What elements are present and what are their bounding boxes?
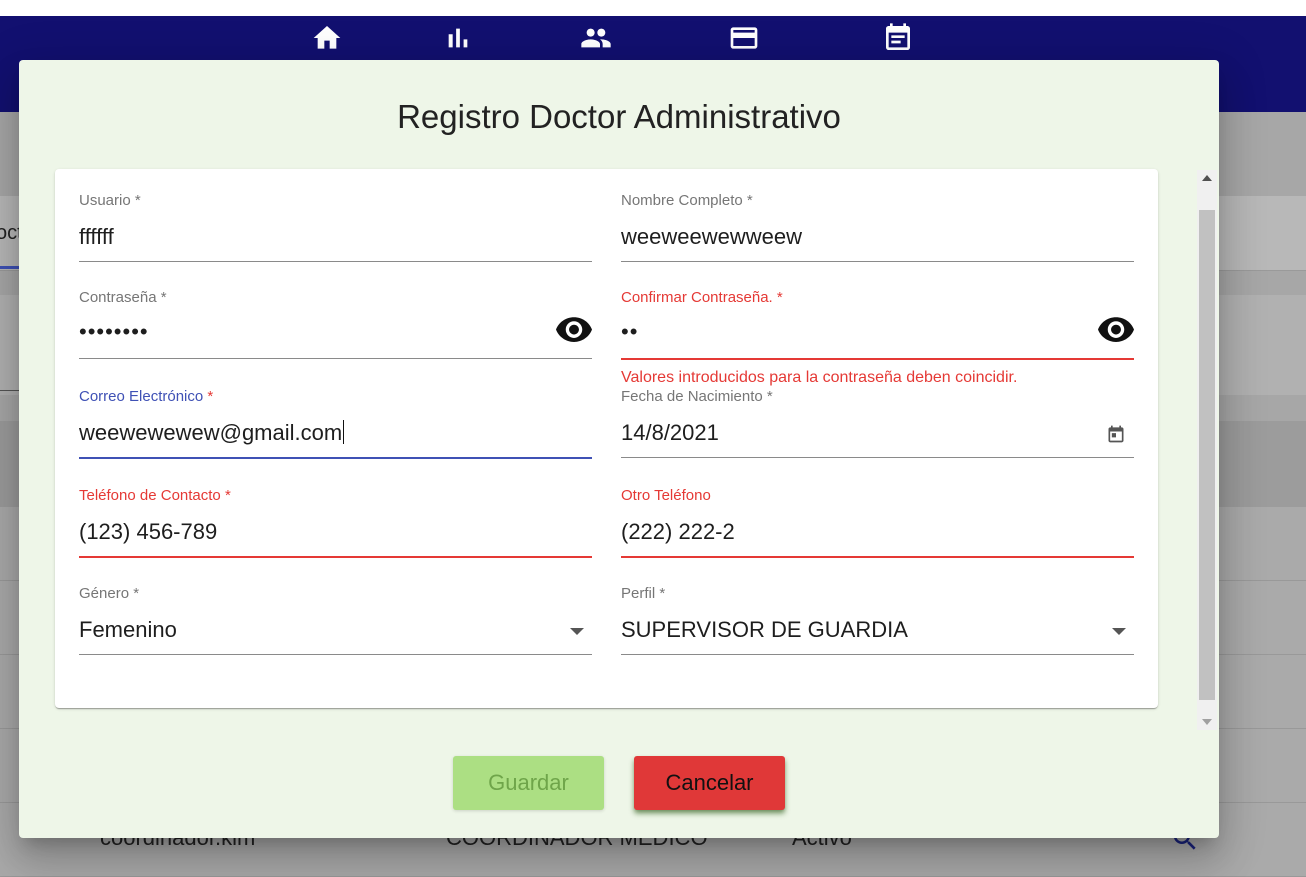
scroll-down-arrow-icon[interactable] bbox=[1202, 719, 1212, 725]
scroll-up-arrow-icon[interactable] bbox=[1202, 175, 1212, 181]
full-name-input[interactable]: weeweewewweew bbox=[621, 224, 802, 250]
other-phone-field[interactable]: Otro Teléfono (222) 222-2 bbox=[621, 487, 1134, 558]
birth-date-input[interactable]: 14/8/2021 bbox=[621, 420, 719, 446]
password-field[interactable]: Contraseña * •••••••• bbox=[79, 289, 592, 359]
profile-underline bbox=[621, 654, 1134, 655]
other-phone-input[interactable]: (222) 222-2 bbox=[621, 519, 735, 545]
contact-phone-underline bbox=[79, 556, 592, 558]
eye-icon[interactable] bbox=[1098, 317, 1134, 343]
email-label: Correo Electrónico * bbox=[79, 388, 214, 405]
scrollbar-thumb[interactable] bbox=[1199, 210, 1215, 700]
people-icon[interactable] bbox=[580, 22, 612, 54]
top-strip bbox=[0, 0, 1306, 16]
eye-icon[interactable] bbox=[556, 317, 592, 343]
calendar-note-icon[interactable] bbox=[882, 22, 914, 54]
profile-select[interactable]: Perfil * SUPERVISOR DE GUARDIA bbox=[621, 585, 1134, 655]
email-field[interactable]: Correo Electrónico * weewewewew@gmail.co… bbox=[79, 388, 592, 459]
email-input[interactable]: weewewewew@gmail.com bbox=[79, 420, 345, 446]
confirm-password-underline bbox=[621, 358, 1134, 360]
dropdown-arrow-icon[interactable] bbox=[1112, 628, 1126, 635]
username-input[interactable]: ffffff bbox=[79, 224, 114, 250]
home-icon[interactable] bbox=[311, 22, 343, 54]
credit-card-icon[interactable] bbox=[728, 22, 760, 54]
password-label: Contraseña * bbox=[79, 289, 167, 306]
form-scrollbar[interactable] bbox=[1197, 170, 1217, 730]
full-name-underline bbox=[621, 261, 1134, 262]
bar-chart-icon[interactable] bbox=[442, 22, 474, 54]
password-mismatch-error: Valores introducidos para la contraseña … bbox=[621, 369, 1018, 386]
full-name-field[interactable]: Nombre Completo * weeweewewweew bbox=[621, 192, 1134, 262]
gender-label: Género * bbox=[79, 585, 140, 602]
username-label: Usuario * bbox=[79, 192, 141, 209]
gender-value[interactable]: Femenino bbox=[79, 617, 177, 643]
birth-date-label: Fecha de Nacimiento * bbox=[621, 388, 773, 405]
password-input[interactable]: •••••••• bbox=[79, 319, 149, 345]
profile-label: Perfil * bbox=[621, 585, 666, 602]
background-tab-indicator bbox=[0, 266, 20, 269]
full-name-label: Nombre Completo * bbox=[621, 192, 753, 209]
profile-value[interactable]: SUPERVISOR DE GUARDIA bbox=[621, 617, 908, 643]
registration-dialog: Registro Doctor Administrativo Usuario *… bbox=[19, 60, 1219, 838]
cancel-button[interactable]: Cancelar bbox=[634, 756, 785, 810]
background-filter-underline bbox=[0, 390, 20, 391]
username-field[interactable]: Usuario * ffffff bbox=[79, 192, 592, 262]
gender-select[interactable]: Género * Femenino bbox=[79, 585, 592, 655]
birth-date-field[interactable]: Fecha de Nacimiento * 14/8/2021 bbox=[621, 388, 1134, 458]
contact-phone-input[interactable]: (123) 456-789 bbox=[79, 519, 217, 545]
email-underline bbox=[79, 457, 592, 459]
contact-phone-label: Teléfono de Contacto * bbox=[79, 487, 231, 504]
form-card: Usuario * ffffff Nombre Completo * weewe… bbox=[55, 169, 1158, 708]
confirm-password-input[interactable]: •• bbox=[621, 319, 638, 345]
username-underline bbox=[79, 261, 592, 262]
other-phone-underline bbox=[621, 556, 1134, 558]
text-caret bbox=[343, 420, 345, 444]
gender-underline bbox=[79, 654, 592, 655]
confirm-password-field[interactable]: Confirmar Contraseña. * •• bbox=[621, 289, 1134, 360]
dropdown-arrow-icon[interactable] bbox=[570, 628, 584, 635]
dialog-title: Registro Doctor Administrativo bbox=[397, 98, 841, 135]
password-underline bbox=[79, 358, 592, 359]
confirm-password-label: Confirmar Contraseña. * bbox=[621, 289, 783, 306]
calendar-icon[interactable] bbox=[1106, 424, 1126, 444]
save-button[interactable]: Guardar bbox=[453, 756, 604, 810]
contact-phone-field[interactable]: Teléfono de Contacto * (123) 456-789 bbox=[79, 487, 592, 558]
birth-date-underline bbox=[621, 457, 1134, 458]
other-phone-label: Otro Teléfono bbox=[621, 487, 711, 504]
